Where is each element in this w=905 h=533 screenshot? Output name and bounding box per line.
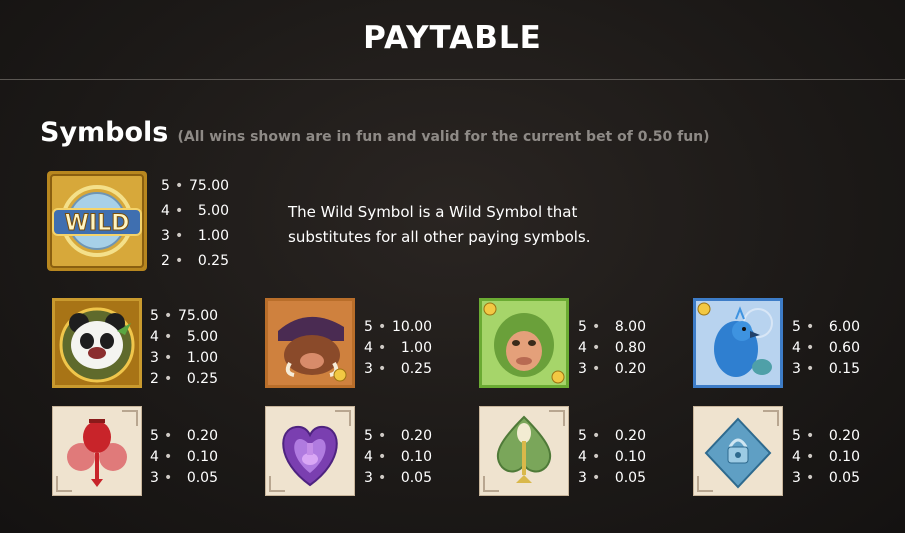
section-title: Symbols [40,117,169,148]
pay-row: 3 • 1.00 [150,350,218,366]
heart-potion-paytable: 5 • 0.20 4 • 0.10 3 • 0.05 [364,426,432,489]
pay-row: 4 • 0.60 [792,340,860,356]
panda-paytable: 5 • 75.00 4 • 5.00 3 • 1.00 2 • 0.25 [150,306,218,390]
peacock-paytable: 5 • 6.00 4 • 0.60 3 • 0.15 [792,317,860,380]
pay-row: 3 • 0.15 [792,361,860,377]
boar-icon [265,298,355,388]
club-lantern-paytable: 5 • 0.20 4 • 0.10 3 • 0.05 [150,426,218,489]
pay-row: 2 • 0.25 [150,371,218,387]
diamond-lock-paytable: 5 • 0.20 4 • 0.10 3 • 0.05 [792,426,860,489]
pay-row: 5 • 75.00 [150,308,219,324]
pay-row: 3 • 0.05 [364,470,432,486]
wild-icon-art: WILD [47,171,147,271]
svg-text:WILD: WILD [65,211,130,236]
wild-description: The Wild Symbol is a Wild Symbol that su… [288,203,591,246]
pay-row: 4 • 1.00 [364,340,432,356]
pay-row: 5 • 6.00 [792,319,860,335]
page-title: PAYTABLE [363,20,542,56]
spade-leaf-paytable: 5 • 0.20 4 • 0.10 3 • 0.05 [578,426,646,489]
wild-icon: WILD [47,171,147,271]
pay-row: 4 • 0.10 [364,449,432,465]
pay-row: 5 • 0.20 [792,428,860,444]
pay-row: 5 • 0.20 [150,428,218,444]
symbols-section-header: Symbols (All wins shown are in fun and v… [40,117,710,148]
pay-row: 5 • 10.00 [364,319,433,335]
pay-row: 5 • 0.20 [578,428,646,444]
pay-row: 2 • 0.25 [161,253,229,269]
pay-row: 4 • 0.10 [578,449,646,465]
pay-row: 3 • 0.05 [792,470,860,486]
spade-leaf-icon [479,406,569,496]
pay-row: 4 • 0.80 [578,340,646,356]
boar-paytable: 5 • 10.00 4 • 1.00 3 • 0.25 [364,317,432,380]
pay-row: 4 • 5.00 [161,203,229,219]
heart-potion-icon [265,406,355,496]
diamond-lock-icon [693,406,783,496]
panda-icon [52,298,142,388]
pay-row: 5 • 8.00 [578,319,646,335]
pay-row: 3 • 1.00 [161,228,229,244]
header-bar: PAYTABLE [0,0,905,80]
monkey-icon [479,298,569,388]
pay-row: 3 • 0.05 [578,470,646,486]
monkey-paytable: 5 • 8.00 4 • 0.80 3 • 0.20 [578,317,646,380]
header-divider [0,79,905,80]
pay-row: 4 • 0.10 [792,449,860,465]
pay-row: 5 • 0.20 [364,428,432,444]
pay-row: 3 • 0.05 [150,470,218,486]
pay-row: 4 • 5.00 [150,329,218,345]
pay-row: 4 • 0.10 [150,449,218,465]
pay-row: 3 • 0.20 [578,361,646,377]
club-lantern-icon [52,406,142,496]
wild-paytable: 5 • 75.00 4 • 5.00 3 • 1.00 2 • 0.25 [161,174,229,274]
pay-row: 3 • 0.25 [364,361,432,377]
peacock-icon [693,298,783,388]
section-note: (All wins shown are in fun and valid for… [177,129,710,145]
pay-row: 5 • 75.00 [161,178,230,194]
